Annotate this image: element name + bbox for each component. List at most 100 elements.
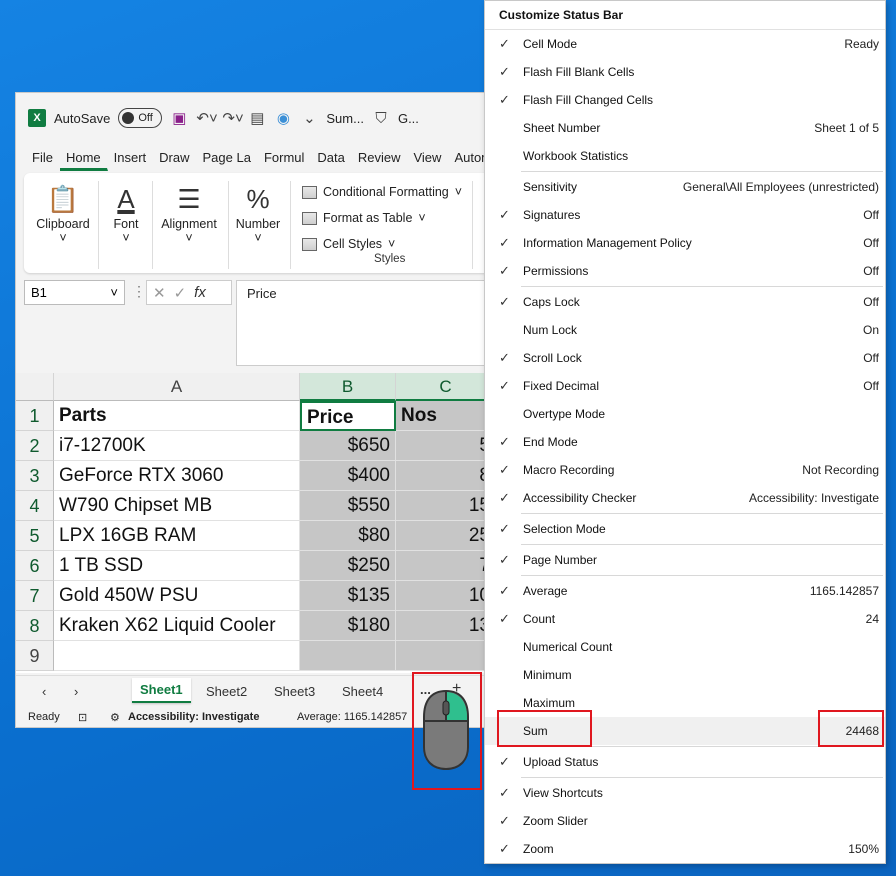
workbook-stats-icon[interactable]: ⊡	[78, 711, 87, 724]
select-all-corner[interactable]	[16, 373, 54, 401]
number-group[interactable]: % Number ˅	[232, 181, 284, 245]
menu-item-page-number[interactable]: ✓ Page Number	[485, 546, 885, 574]
table-cell[interactable]: $180	[300, 611, 396, 641]
sensitivity-label[interactable]: G...	[398, 111, 419, 126]
table-cell[interactable]: 7	[396, 551, 489, 581]
menu-item-zoom-slider[interactable]: ✓ Zoom Slider	[485, 807, 885, 835]
row-header[interactable]: 3	[16, 461, 54, 491]
menu-item-num-lock[interactable]: Num Lock On	[485, 316, 885, 344]
scroll-left-icon[interactable]: ‹	[42, 684, 46, 699]
menu-item-macro-recording[interactable]: ✓ Macro Recording Not Recording	[485, 456, 885, 484]
table-cell[interactable]: GeForce RTX 3060	[54, 461, 300, 491]
table-cell[interactable]: $80	[300, 521, 396, 551]
menu-item-end-mode[interactable]: ✓ End Mode	[485, 428, 885, 456]
tab-draw[interactable]: Draw	[153, 150, 196, 171]
document-title[interactable]: Sum...	[326, 111, 364, 126]
table-cell[interactable]: Gold 450W PSU	[54, 581, 300, 611]
enter-icon[interactable]: ✓	[174, 284, 187, 302]
menu-item-minimum[interactable]: Minimum	[485, 661, 885, 689]
menu-item-sensitivity[interactable]: Sensitivity General\All Employees (unrest…	[485, 173, 885, 201]
column-header-b[interactable]: B	[300, 373, 396, 401]
row-header[interactable]: 9	[16, 641, 54, 671]
menu-item-numerical-count[interactable]: Numerical Count	[485, 633, 885, 661]
menu-item-flash-fill-changed-cells[interactable]: ✓ Flash Fill Changed Cells	[485, 86, 885, 114]
menu-item-cell-mode[interactable]: ✓ Cell Mode Ready	[485, 30, 885, 58]
table-cell[interactable]: LPX 16GB RAM	[54, 521, 300, 551]
menu-item-view-shortcuts[interactable]: ✓ View Shortcuts	[485, 779, 885, 807]
formula-input[interactable]: Price	[236, 280, 489, 366]
name-box[interactable]: B1 ˅	[24, 280, 125, 305]
scroll-right-icon[interactable]: ›	[74, 684, 78, 699]
menu-item-upload-status[interactable]: ✓ Upload Status	[485, 748, 885, 776]
format-as-table-button[interactable]: Format as Table ˅	[302, 205, 462, 231]
row-header[interactable]: 5	[16, 521, 54, 551]
tab-insert[interactable]: Insert	[108, 150, 154, 171]
table-cell[interactable]: Kraken X62 Liquid Cooler	[54, 611, 300, 641]
clipboard-group[interactable]: 📋 Clipboard ˅	[34, 181, 92, 245]
table-cell[interactable]: Nos	[396, 401, 489, 431]
conditional-formatting-button[interactable]: Conditional Formatting ˅	[302, 179, 462, 205]
undo-icon[interactable]: ↶˅	[196, 109, 217, 127]
column-header-a[interactable]: A	[54, 373, 300, 401]
menu-item-zoom[interactable]: ✓ Zoom 150%	[485, 835, 885, 863]
table-cell[interactable]: Parts	[54, 401, 300, 431]
save-icon[interactable]: ▣	[170, 109, 188, 127]
table-cell[interactable]: 25	[396, 521, 489, 551]
table-cell[interactable]: W790 Chipset MB	[54, 491, 300, 521]
table-cell[interactable]: 15	[396, 491, 489, 521]
tab-formulas[interactable]: Formul	[258, 150, 311, 171]
table-cell[interactable]: 5	[396, 431, 489, 461]
row-header[interactable]: 6	[16, 551, 54, 581]
tab-file[interactable]: File	[26, 150, 60, 171]
tab-home[interactable]: Home	[59, 150, 108, 171]
menu-item-overtype-mode[interactable]: Overtype Mode	[485, 400, 885, 428]
autosave-toggle[interactable]: Off	[118, 108, 163, 128]
menu-item-accessibility-checker[interactable]: ✓ Accessibility Checker Accessibility: Inv…	[485, 484, 885, 512]
menu-item-sheet-number[interactable]: Sheet Number Sheet 1 of 5	[485, 114, 885, 142]
table-cell[interactable]	[396, 641, 489, 671]
menu-item-count[interactable]: ✓ Count 24	[485, 605, 885, 633]
menu-item-scroll-lock[interactable]: ✓ Scroll Lock Off	[485, 344, 885, 372]
customize-toolbar-icon[interactable]: ⌄	[300, 109, 318, 127]
tab-sheet3[interactable]: Sheet3	[274, 684, 315, 699]
table-cell[interactable]: $550	[300, 491, 396, 521]
table-cell[interactable]: i7-12700K	[54, 431, 300, 461]
table-cell[interactable]: $135	[300, 581, 396, 611]
table-cell[interactable]	[300, 641, 396, 671]
menu-item-signatures[interactable]: ✓ Signatures Off	[485, 201, 885, 229]
menu-item-information-management-policy[interactable]: ✓ Information Management Policy Off	[485, 229, 885, 257]
menu-item-caps-lock[interactable]: ✓ Caps Lock Off	[485, 288, 885, 316]
menu-item-flash-fill-blank-cells[interactable]: ✓ Flash Fill Blank Cells	[485, 58, 885, 86]
row-header[interactable]: 7	[16, 581, 54, 611]
tab-sheet4[interactable]: Sheet4	[342, 684, 383, 699]
alignment-group[interactable]: ☰ Alignment ˅	[156, 181, 222, 245]
tab-sheet2[interactable]: Sheet2	[206, 684, 247, 699]
tab-review[interactable]: Review	[352, 150, 408, 171]
tab-page-layout[interactable]: Page La	[197, 150, 258, 171]
accessibility-icon[interactable]: ⚙	[110, 711, 120, 724]
table-cell[interactable]: 13	[396, 611, 489, 641]
menu-item-selection-mode[interactable]: ✓ Selection Mode	[485, 515, 885, 543]
tab-view[interactable]: View	[407, 150, 448, 171]
row-header[interactable]: 8	[16, 611, 54, 641]
row-header[interactable]: 1	[16, 401, 54, 431]
tab-data[interactable]: Data	[311, 150, 351, 171]
more-icon[interactable]: ⋮	[132, 283, 146, 300]
menu-item-average[interactable]: ✓ Average 1165.142857	[485, 577, 885, 605]
status-accessibility[interactable]: Accessibility: Investigate	[128, 711, 259, 723]
tab-sheet1[interactable]: Sheet1	[132, 678, 191, 703]
circle-icon[interactable]: ◉	[274, 109, 292, 127]
insert-function-icon[interactable]: fx	[194, 284, 206, 301]
menu-item-fixed-decimal[interactable]: ✓ Fixed Decimal Off	[485, 372, 885, 400]
table-cell[interactable]: Price	[300, 401, 396, 431]
table-cell[interactable]: $650	[300, 431, 396, 461]
table-cell[interactable]: $400	[300, 461, 396, 491]
row-header[interactable]: 4	[16, 491, 54, 521]
column-header-c[interactable]: C	[396, 373, 489, 401]
table-cell[interactable]: 8	[396, 461, 489, 491]
row-header[interactable]: 2	[16, 431, 54, 461]
table-cell[interactable]: 1 TB SSD	[54, 551, 300, 581]
table-cell[interactable]	[54, 641, 300, 671]
menu-item-workbook-statistics[interactable]: Workbook Statistics	[485, 142, 885, 170]
cancel-icon[interactable]: ✕	[153, 284, 166, 302]
